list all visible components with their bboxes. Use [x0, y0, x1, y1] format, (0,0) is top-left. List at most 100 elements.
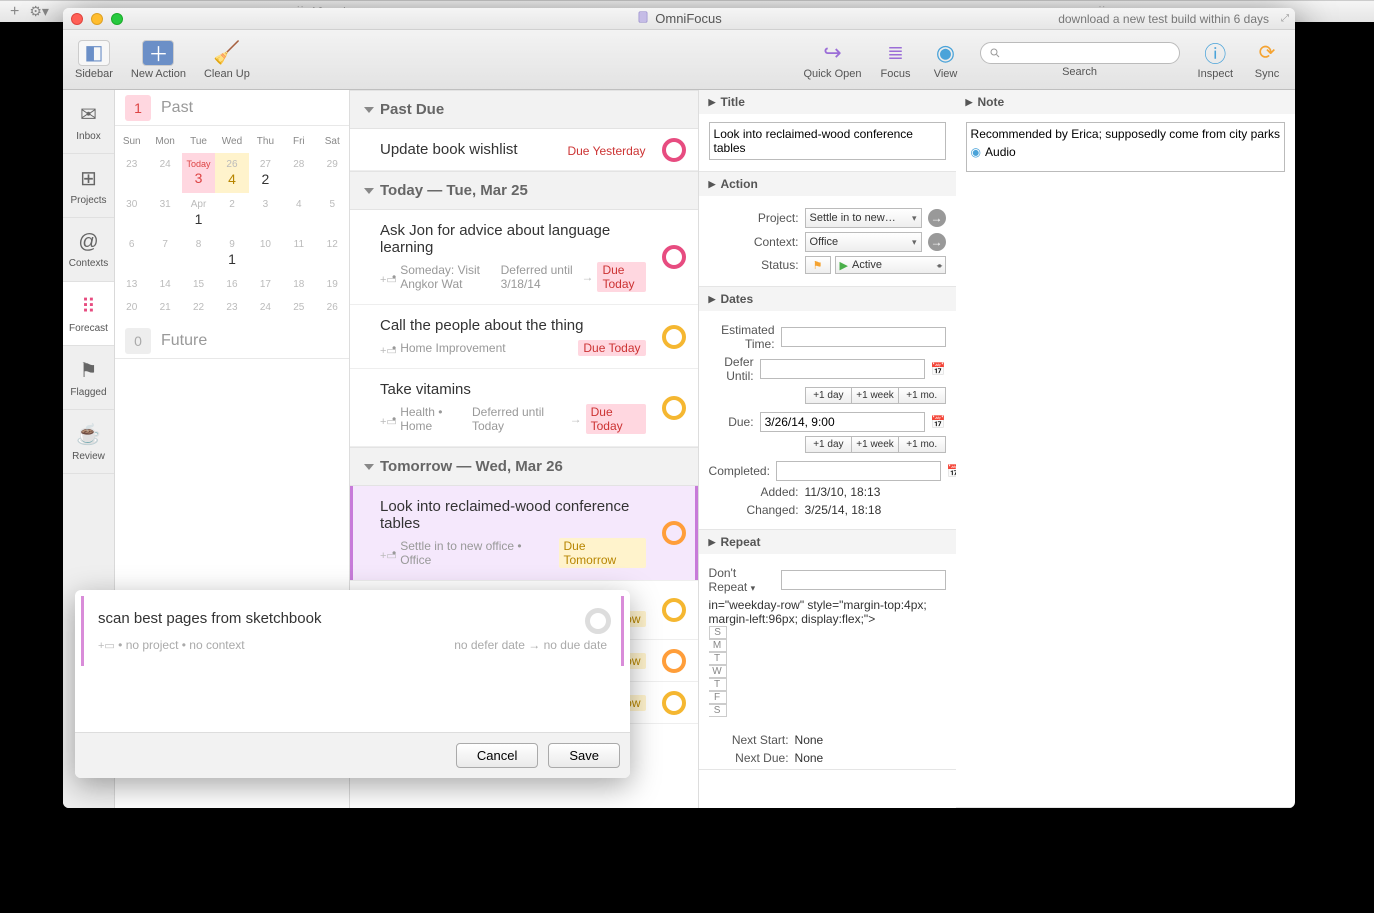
cal-day[interactable]: 24	[148, 153, 181, 193]
defer-until-input[interactable]	[760, 359, 925, 379]
cal-day-today[interactable]: Today3	[182, 153, 215, 193]
nav-review[interactable]: ☕Review	[63, 410, 114, 474]
weekday-toggle[interactable]: S	[709, 626, 727, 639]
quick-entry-input[interactable]	[98, 610, 556, 627]
cal-day[interactable]: 15	[182, 273, 215, 296]
task-row-selected[interactable]: Look into reclaimed-wood conference tabl…	[350, 486, 698, 581]
calendar-icon[interactable]: 📅	[947, 464, 956, 478]
sidebar-toggle-button[interactable]: ◧ Sidebar	[75, 40, 113, 80]
cal-day[interactable]: 21	[148, 296, 181, 319]
goto-context-button[interactable]: →	[928, 233, 946, 251]
task-checkbox[interactable]	[662, 598, 686, 622]
task-row[interactable]: Ask Jon for advice about language learni…	[350, 210, 698, 305]
view-button[interactable]: ◉ View	[930, 40, 962, 80]
group-past-due[interactable]: Past Due	[350, 90, 698, 129]
weekday-toggle[interactable]: T	[709, 652, 727, 665]
flag-toggle[interactable]: ⚑	[805, 256, 831, 274]
cal-day[interactable]: 30	[115, 193, 148, 233]
inspect-button[interactable]: ⓘ Inspect	[1198, 40, 1233, 80]
cal-day[interactable]: 28	[282, 153, 315, 193]
quick-entry-checkbox[interactable]	[585, 608, 611, 634]
due-plus-1-week[interactable]: +1 week	[852, 436, 899, 453]
task-row[interactable]: Call the people about the thing +▭ • Hom…	[350, 305, 698, 369]
calendar-icon[interactable]: 📅	[931, 362, 946, 376]
group-tomorrow[interactable]: Tomorrow — Wed, Mar 26	[350, 447, 698, 486]
calendar-past-row[interactable]: 1 Past	[115, 90, 349, 126]
cal-day[interactable]: 23	[215, 296, 248, 319]
group-today[interactable]: Today — Tue, Mar 25	[350, 171, 698, 210]
nav-inbox[interactable]: ✉Inbox	[63, 90, 114, 154]
inspector-action-header[interactable]: ▶Action	[699, 172, 956, 196]
new-action-button[interactable]: ＋ New Action	[131, 40, 186, 80]
due-input[interactable]	[760, 412, 925, 432]
cal-day[interactable]: 13	[115, 273, 148, 296]
due-plus-1-mo[interactable]: +1 mo.	[899, 436, 946, 453]
calendar-icon[interactable]: 📅	[931, 415, 946, 429]
task-checkbox[interactable]	[662, 691, 686, 715]
search-input[interactable]	[980, 42, 1180, 64]
goto-project-button[interactable]: →	[928, 209, 946, 227]
context-select[interactable]: Office	[805, 232, 922, 252]
estimated-time-input[interactable]	[781, 327, 946, 347]
weekday-toggle[interactable]: F	[709, 691, 727, 704]
task-checkbox[interactable]	[662, 245, 686, 269]
cal-day[interactable]: 19	[316, 273, 349, 296]
cal-day[interactable]: 3	[249, 193, 282, 233]
cal-day[interactable]: 14	[148, 273, 181, 296]
repeat-input[interactable]	[781, 570, 946, 590]
nav-flagged[interactable]: ⚑Flagged	[63, 346, 114, 410]
quick-open-button[interactable]: ↪ Quick Open	[803, 40, 861, 80]
inspector-repeat-header[interactable]: ▶Repeat	[699, 530, 956, 554]
weekday-toggle[interactable]: T	[709, 678, 727, 691]
task-checkbox[interactable]	[662, 396, 686, 420]
cal-day[interactable]: 29	[316, 153, 349, 193]
cal-day[interactable]: 8	[182, 233, 215, 273]
status-select[interactable]: ▶Active	[835, 256, 946, 274]
task-row[interactable]: Update book wishlist Due Yesterday	[350, 129, 698, 171]
gear-menu[interactable]: ⚙▾	[29, 3, 49, 20]
defer-plus-1-week[interactable]: +1 week	[852, 387, 899, 404]
task-row[interactable]: Take vitamins +▭ • Health • HomeDeferred…	[350, 369, 698, 447]
task-checkbox[interactable]	[662, 325, 686, 349]
task-checkbox[interactable]	[662, 138, 686, 162]
cal-day[interactable]: 16	[215, 273, 248, 296]
cal-day[interactable]: 31	[148, 193, 181, 233]
cal-day[interactable]: 18	[282, 273, 315, 296]
cal-day[interactable]: 2	[215, 193, 248, 233]
cal-day[interactable]: 4	[282, 193, 315, 233]
weekday-toggle[interactable]: S	[709, 704, 727, 717]
cal-day[interactable]: 26	[316, 296, 349, 319]
focus-button[interactable]: ≣ Focus	[880, 40, 912, 80]
update-banner[interactable]: download a new test build within 6 days	[1058, 12, 1269, 26]
title-input[interactable]: Look into reclaimed-wood conference tabl…	[709, 122, 946, 160]
clean-up-button[interactable]: 🧹 Clean Up	[204, 40, 250, 80]
inspector-note-header[interactable]: ▶Note	[956, 90, 1295, 114]
cal-day[interactable]: 7	[148, 233, 181, 273]
cal-day[interactable]: 20	[115, 296, 148, 319]
completed-input[interactable]	[776, 461, 941, 481]
cal-day[interactable]: 24	[249, 296, 282, 319]
defer-plus-1-day[interactable]: +1 day	[805, 387, 853, 404]
defer-plus-1-mo[interactable]: +1 mo.	[899, 387, 946, 404]
cal-day[interactable]: 10	[249, 233, 282, 273]
cal-day[interactable]: 272	[249, 153, 282, 193]
inspector-title-header[interactable]: ▶Title	[699, 90, 956, 114]
project-select[interactable]: Settle in to new…	[805, 208, 922, 228]
nav-projects[interactable]: ⊞Projects	[63, 154, 114, 218]
add-button[interactable]: +	[10, 3, 19, 21]
cancel-button[interactable]: Cancel	[456, 743, 538, 768]
note-input[interactable]: Recommended by Erica; supposedly come fr…	[966, 122, 1285, 172]
cal-day[interactable]: Apr1	[182, 193, 215, 233]
cal-day[interactable]: 22	[182, 296, 215, 319]
cal-day-tomorrow[interactable]: 264	[215, 153, 248, 193]
cal-day[interactable]: 5	[316, 193, 349, 233]
nav-contexts[interactable]: @Contexts	[63, 218, 114, 282]
cal-day[interactable]: 17	[249, 273, 282, 296]
cal-day[interactable]: 91	[215, 233, 248, 273]
cal-day[interactable]: 23	[115, 153, 148, 193]
calendar-future-row[interactable]: 0 Future	[115, 323, 349, 359]
fullscreen-button[interactable]: ⤢	[1281, 13, 1289, 24]
cal-day[interactable]: 6	[115, 233, 148, 273]
save-button[interactable]: Save	[548, 743, 620, 768]
weekday-toggle[interactable]: M	[709, 639, 727, 652]
